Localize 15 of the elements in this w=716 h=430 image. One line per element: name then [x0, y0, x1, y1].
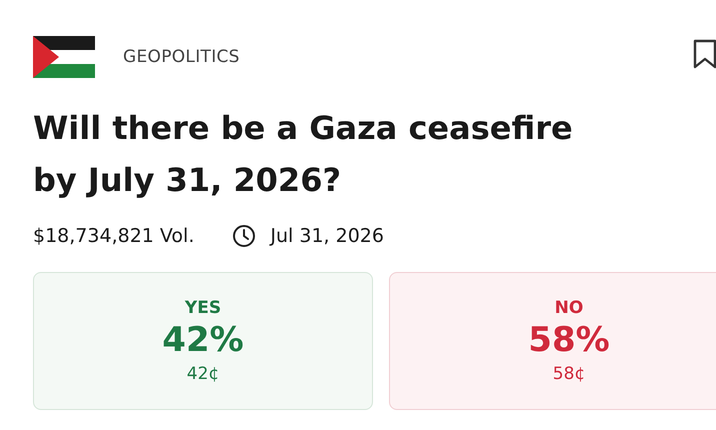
outcome-label: YES: [184, 298, 222, 318]
market-title: Will there be a Gaza ceasefire by July 31, 2026?: [33, 108, 574, 201]
outcome-percent: 58%: [528, 320, 610, 360]
outcome-button[interactable]: NO 58% 58¢: [389, 272, 716, 410]
bookmark-icon[interactable]: [693, 38, 716, 70]
clock-icon: [232, 224, 256, 248]
outcome-button[interactable]: YES 42% 42¢: [33, 272, 373, 410]
outcome-price: 42¢: [186, 364, 220, 384]
outcome-label: NO: [554, 298, 584, 318]
outcome-percent: 42%: [162, 320, 244, 360]
volume-text: $18,734,821 Vol.: [33, 225, 194, 247]
outcome-price: 58¢: [552, 364, 586, 384]
category-label: GEOPOLITICS: [123, 47, 240, 67]
flag-icon: [33, 36, 95, 78]
end-date: Jul 31, 2026: [270, 225, 384, 247]
